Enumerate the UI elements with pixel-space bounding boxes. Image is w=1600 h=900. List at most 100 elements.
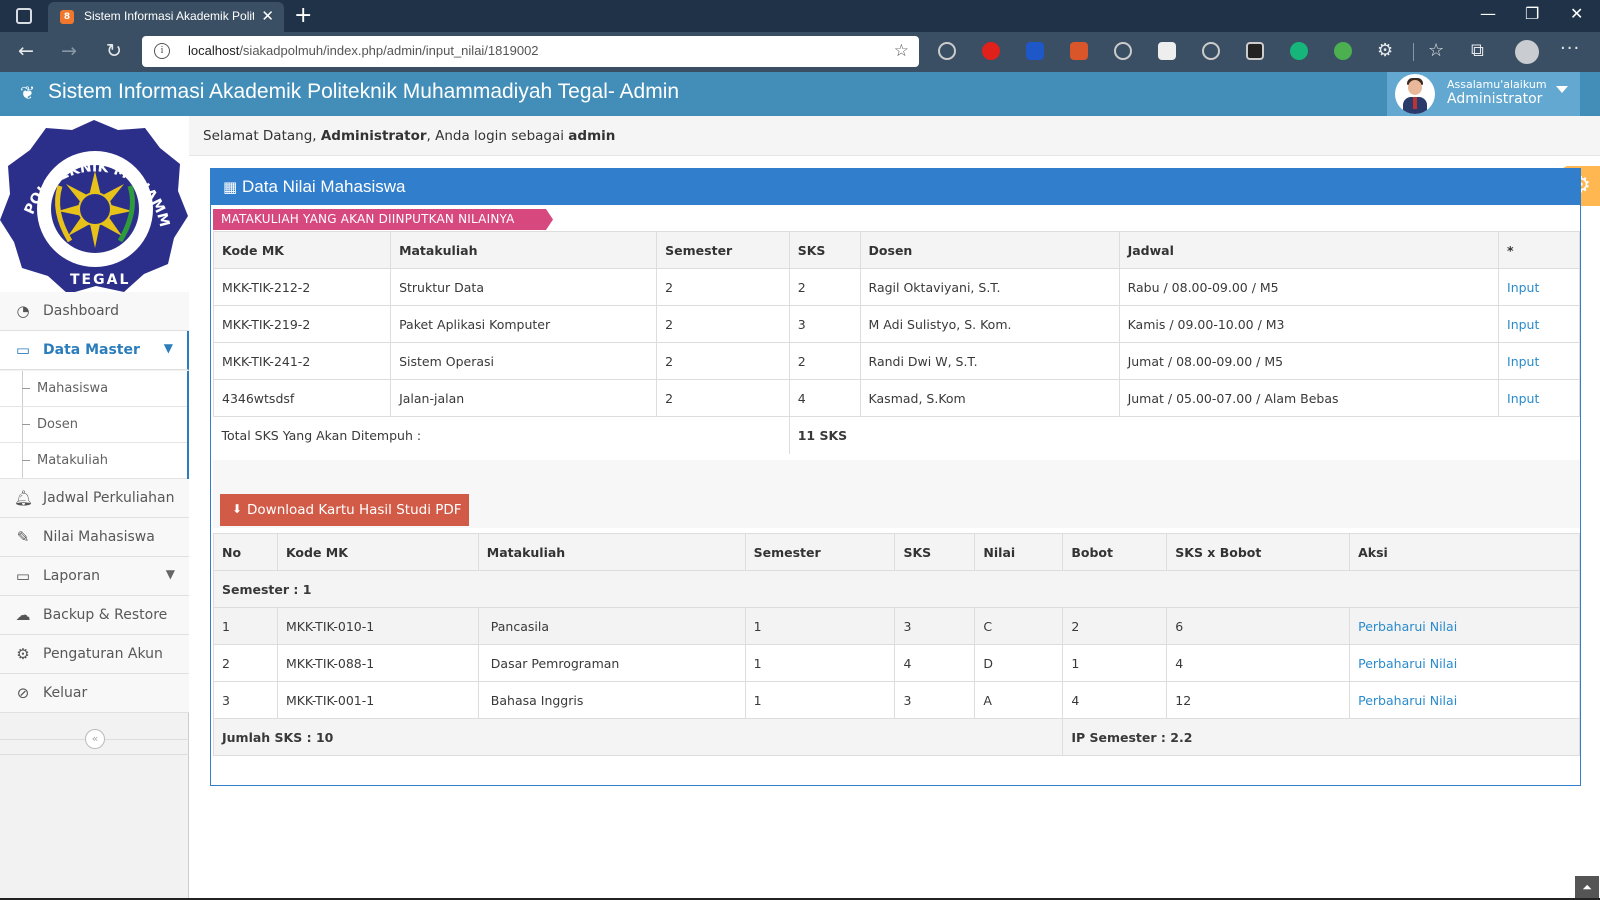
tachometer-icon: ◔ [16,302,30,320]
cell: Randi Dwi W, S.T. [859,342,1120,380]
semester-label: Semester : 1 [213,570,1580,608]
url-path: /siakadpolmuh/index.php/admin/input_nila… [239,43,539,58]
cell: 1 [744,644,896,682]
courses-table: Kode MK Matakuliah Semester SKS Dosen Ja… [212,231,1580,454]
minimize-icon[interactable]: — [1480,4,1496,23]
cell: Rabu / 08.00-09.00 / M5 [1118,268,1500,306]
menu-icon[interactable]: ··· [1560,38,1580,59]
red-extension-icon[interactable] [982,42,1000,60]
section-ribbon: MATAKULIAH YANG AKAN DIINPUTKAN NILAINYA [213,209,553,230]
extensions-icon[interactable]: ⚙ [1377,40,1393,61]
input-link[interactable]: Input [1498,268,1580,306]
sidebar-item-backup[interactable]: ☁ Backup & Restore [0,596,189,635]
add-favorite-icon[interactable]: ☆ [894,41,909,61]
total-row: Total SKS Yang Akan Ditempuh : 11 SKS [213,416,1580,454]
sidebar-item-label: Laporan [43,568,101,584]
column-header: Dosen [859,231,1120,269]
forward-icon[interactable]: → [61,40,77,62]
globe-extension-icon[interactable] [938,42,956,60]
download-khs-button[interactable]: ⬇ Download Kartu Hasil Studi PDF [220,494,469,526]
ban-icon: ⊘ [16,684,30,702]
translate-extension-icon[interactable] [1334,42,1352,60]
text-extension-icon[interactable] [1158,42,1176,60]
back-icon[interactable]: ← [18,40,34,62]
app-title: Sistem Informasi Akademik Politeknik Muh… [48,80,680,103]
dark-extension-icon[interactable] [1246,42,1264,60]
update-grade-link[interactable]: Perbaharui Nilai [1349,681,1580,719]
sidebar-subitem-dosen[interactable]: Dosen [0,407,187,443]
chevron-down-icon: ▼ [163,341,173,355]
column-header: SKS x Bobot [1166,533,1351,571]
cell: Kamis / 09.00-10.00 / M3 [1118,305,1500,343]
chart-extension-icon[interactable] [1026,42,1044,60]
reload-icon[interactable]: ↻ [106,40,122,62]
cell: 3 [894,607,976,645]
address-bar[interactable]: i localhost/siakadpolmuh/index.php/admin… [142,36,919,67]
profile-icon[interactable] [1515,40,1539,64]
sidebar-subitem-matakuliah[interactable]: Matakuliah [0,443,187,479]
total-sks-value: 11 SKS [789,416,1580,454]
restore-icon[interactable]: ❐ [1525,4,1539,23]
cell: MKK-TIK-212-2 [212,268,392,306]
column-header: Kode MK [212,231,392,269]
bell-icon: 🔔︎ [14,489,34,507]
panel-header: ▦ Data Nilai Mahasiswa [211,169,1580,205]
url-text[interactable]: localhost/siakadpolmuh/index.php/admin/i… [188,43,539,58]
subitem-label: Matakuliah [37,453,109,468]
sidebar-item-label: Dashboard [43,303,119,319]
collections-icon[interactable]: ⧉ [1471,40,1484,61]
cell: 1 [744,607,896,645]
tab-actions-icon[interactable] [16,8,32,24]
info-icon[interactable]: i [154,43,170,59]
react-extension-icon[interactable] [1114,42,1132,60]
user-menu[interactable]: Assalamu'alaikum Administrator [1387,72,1580,116]
favorites-icon[interactable]: ☆ [1428,40,1444,61]
edit-icon: ✎ [16,528,30,546]
divider [0,754,189,755]
sidebar-item-dashboard[interactable]: ◔ Dashboard [0,292,189,331]
collapse-sidebar-icon[interactable]: « [85,729,105,749]
sidebar-item-jadwal[interactable]: 🔔︎ Jadwal Perkuliahan [0,479,189,518]
scroll-top-icon[interactable]: ⏶ [1575,876,1599,900]
welcome-text: Selamat Datang, Administrator, Anda logi… [203,128,615,144]
app-header: ❦ Sistem Informasi Akademik Politeknik M… [0,72,1600,116]
data-nilai-panel: ▦ Data Nilai Mahasiswa MATAKULIAH YANG A… [210,168,1581,786]
column-header: No [213,533,278,571]
sidebar-item-keluar[interactable]: ⊘ Keluar [0,674,189,713]
close-tab-icon[interactable]: ✕ [261,7,274,25]
sidebar-item-laporan[interactable]: ▭ Laporan ▼ [0,557,189,596]
grammarly-icon[interactable] [1290,42,1308,60]
cell: Jumat / 05.00-07.00 / Alam Bebas [1118,379,1500,417]
browser-tab[interactable]: 8 Sistem Informasi Akademik Politeknik M… [48,2,284,32]
cell: 4 [1166,644,1351,682]
input-link[interactable]: Input [1498,379,1580,417]
favicon-icon: 8 [60,10,74,24]
sidebar-item-label: Pengaturan Akun [43,646,163,662]
input-link[interactable]: Input [1498,342,1580,380]
cell: Ragil Oktaviyani, S.T. [859,268,1120,306]
summary-row: Jumlah SKS : 10 IP Semester : 2.2 [212,718,1580,756]
institution-logo: POLITEKNIK MUHAMMADIYAH TEGAL [0,104,189,297]
bulb-extension-icon[interactable] [1202,42,1220,60]
column-header: Bobot [1062,533,1168,571]
close-window-icon[interactable]: ✕ [1570,4,1583,23]
cell: MKK-TIK-001-1 [276,681,479,719]
data-master-submenu: Mahasiswa Dosen Matakuliah [0,371,189,479]
sidebar-item-data-master[interactable]: ▭ Data Master ▼ [0,331,189,370]
cell: 2 [1062,607,1168,645]
new-tab-icon[interactable]: + [294,3,312,28]
pdf-extension-icon[interactable] [1070,42,1088,60]
update-grade-link[interactable]: Perbaharui Nilai [1349,644,1580,682]
sidebar-subitem-mahasiswa[interactable]: Mahasiswa [0,371,187,407]
table-row: 4346wtsdsf Jalan-jalan 2 4 Kasmad, S.Kom… [212,379,1580,417]
sidebar-item-nilai[interactable]: ✎ Nilai Mahasiswa [0,518,189,557]
user-greeting: Assalamu'alaikum [1447,78,1547,91]
update-grade-link[interactable]: Perbaharui Nilai [1349,607,1580,645]
cloud-download-icon: ☁ [15,606,31,624]
column-header: Aksi [1349,533,1580,571]
table-header-row: Kode MK Matakuliah Semester SKS Dosen Ja… [212,231,1580,269]
sidebar-item-pengaturan[interactable]: ⚙ Pengaturan Akun [0,635,189,674]
column-header: Semester [656,231,790,269]
input-link[interactable]: Input [1498,305,1580,343]
toolbar-divider [1413,43,1414,61]
